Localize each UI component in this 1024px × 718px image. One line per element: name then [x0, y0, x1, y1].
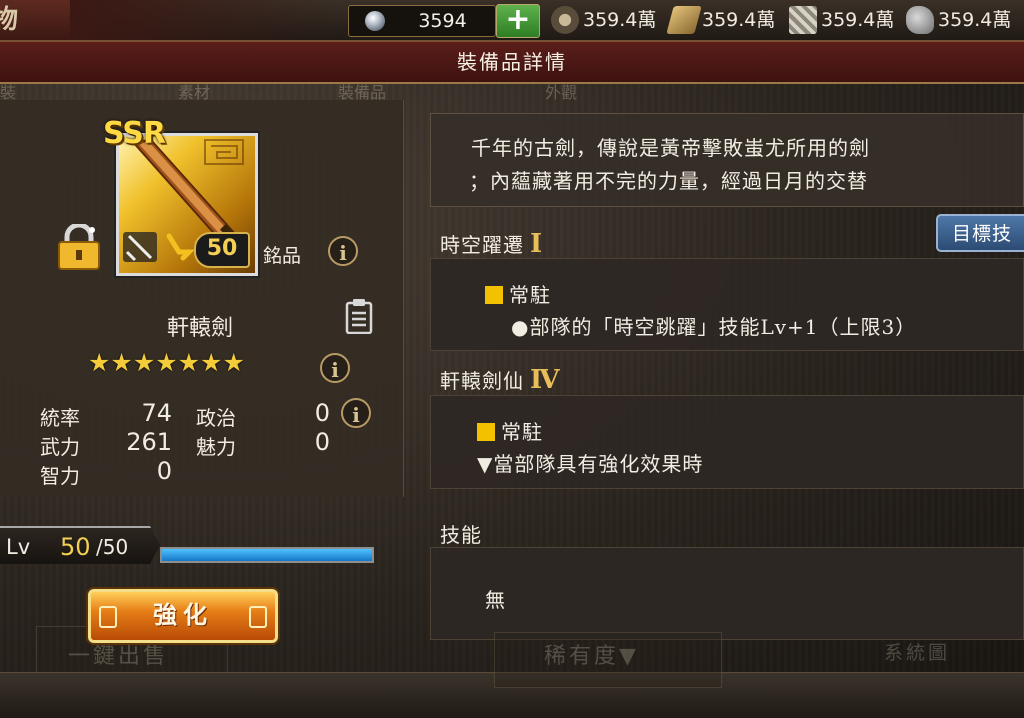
stat-label-charm: 魅力	[196, 435, 236, 459]
section-box-2: 常駐 ▼當部隊具有強化效果時	[430, 395, 1024, 489]
level-max: /50	[96, 535, 129, 559]
button-ornament-right	[249, 606, 267, 628]
stat-value-politics: 0	[314, 399, 330, 427]
square-bullet-icon	[477, 423, 495, 441]
exp-bar	[160, 547, 374, 563]
equipment-detail-panel: 千年的古劍，傳說是黃帝擊敗蚩尤所用的劍 ；內蘊藏著用不完的力量，經過日月的交替 …	[430, 113, 1024, 640]
add-gems-button[interactable]: +	[496, 4, 540, 38]
section-rank-1: Ⅰ	[530, 229, 544, 259]
ghost-tab-3: 外觀	[545, 83, 578, 102]
target-skill-button[interactable]: 目標技	[936, 214, 1024, 252]
weapon-type-icon	[123, 232, 157, 262]
skill-value: 無	[485, 588, 506, 612]
enhance-button-label: 強化	[153, 600, 213, 629]
rarity-label: SSR	[103, 116, 166, 151]
exp-bar-fill	[162, 549, 372, 561]
section-2-effect: ▼當部隊具有強化效果時	[477, 452, 704, 476]
section-2-tag: 常駐	[501, 420, 543, 444]
stone-icon	[906, 6, 934, 34]
skill-title: 技能	[440, 523, 482, 547]
resource-food-value: 359.4萬	[583, 9, 657, 31]
gem-icon	[365, 11, 385, 31]
wood-icon	[666, 6, 702, 34]
description-line-2: ；內蘊藏著用不完的力量，經過日月的交替	[469, 169, 868, 193]
resource-stone-value: 359.4萬	[938, 9, 1012, 31]
title-banner: 裝備品詳情	[0, 41, 1024, 84]
square-bullet-icon	[485, 286, 503, 304]
section-1-effect: ●部隊的「時空跳躍」技能Lv+1（上限3）	[511, 315, 917, 339]
description-box: 千年的古劍，傳說是黃帝擊敗蚩尤所用的劍 ；內蘊藏著用不完的力量，經過日月的交替	[430, 113, 1024, 207]
section-title-2-text: 軒轅劍仙	[440, 369, 524, 393]
section-rank-2: Ⅳ	[530, 365, 561, 395]
lock-icon[interactable]	[57, 224, 101, 270]
quality-info-button[interactable]: i	[328, 236, 358, 266]
gem-value: 3594	[418, 10, 467, 32]
food-icon	[551, 6, 579, 34]
section-1-tag: 常駐	[509, 283, 551, 307]
gem-counter: 3594	[348, 5, 496, 37]
section-title-1: 時空躍遷 Ⅰ	[440, 229, 543, 259]
clipboard-icon[interactable]	[345, 298, 373, 334]
stat-value-intelligence: 0	[156, 457, 172, 485]
resource-bar: 物 3594 + 359.4萬 359.4萬 359.4萬 359.4萬	[0, 0, 1024, 41]
resource-iron-value: 359.4萬	[821, 9, 895, 31]
level-box: Lv 50 /50	[0, 526, 160, 564]
enhance-button[interactable]: 強化	[88, 589, 278, 643]
section-1-tag-row: 常駐	[485, 279, 551, 308]
quality-label: 銘品	[263, 245, 302, 267]
stat-label-strength: 武力	[40, 435, 80, 459]
section-title-1-text: 時空躍遷	[440, 233, 524, 257]
ghost-rarity-label: 稀有度▼	[544, 644, 639, 669]
ghost-system-map-label: 系統圖	[884, 642, 951, 664]
button-ornament-left	[99, 606, 117, 628]
equipment-name: 軒轅劍	[166, 316, 233, 341]
page-title: 裝備品詳情	[457, 50, 567, 74]
stat-label-intelligence: 智力	[40, 464, 80, 488]
section-2-tag-row: 常駐	[477, 416, 543, 445]
stat-value-charm: 0	[314, 428, 330, 456]
skill-box: 無	[430, 547, 1024, 640]
stat-label-command: 統率	[40, 406, 80, 430]
description-line-1: 千年的古劍，傳說是黃帝擊敗蚩尤所用的劍	[471, 136, 870, 160]
resource-wood-value: 359.4萬	[702, 9, 776, 31]
star-rating: ★★★★★★★	[88, 348, 245, 377]
section-box-1: 常駐 ●部隊的「時空跳躍」技能Lv+1（上限3）	[430, 258, 1024, 351]
bonus-arrow-icon	[166, 233, 196, 261]
level-label: Lv	[6, 535, 31, 559]
ghost-sell-label: 一鍵出售	[68, 644, 169, 669]
corner-ornament	[70, 0, 340, 40]
corner-title: 物	[0, 0, 70, 40]
stat-label-politics: 政治	[196, 406, 236, 430]
stats-info-button[interactable]: i	[341, 398, 371, 428]
stat-value-command: 74	[141, 399, 172, 427]
stat-value-strength: 261	[126, 428, 172, 456]
level-current: 50	[60, 533, 91, 561]
star-info-button[interactable]: i	[320, 353, 350, 383]
iron-icon	[789, 6, 817, 34]
equipment-level-badge: 50	[194, 232, 250, 268]
section-title-2: 軒轅劍仙 Ⅳ	[440, 365, 561, 395]
